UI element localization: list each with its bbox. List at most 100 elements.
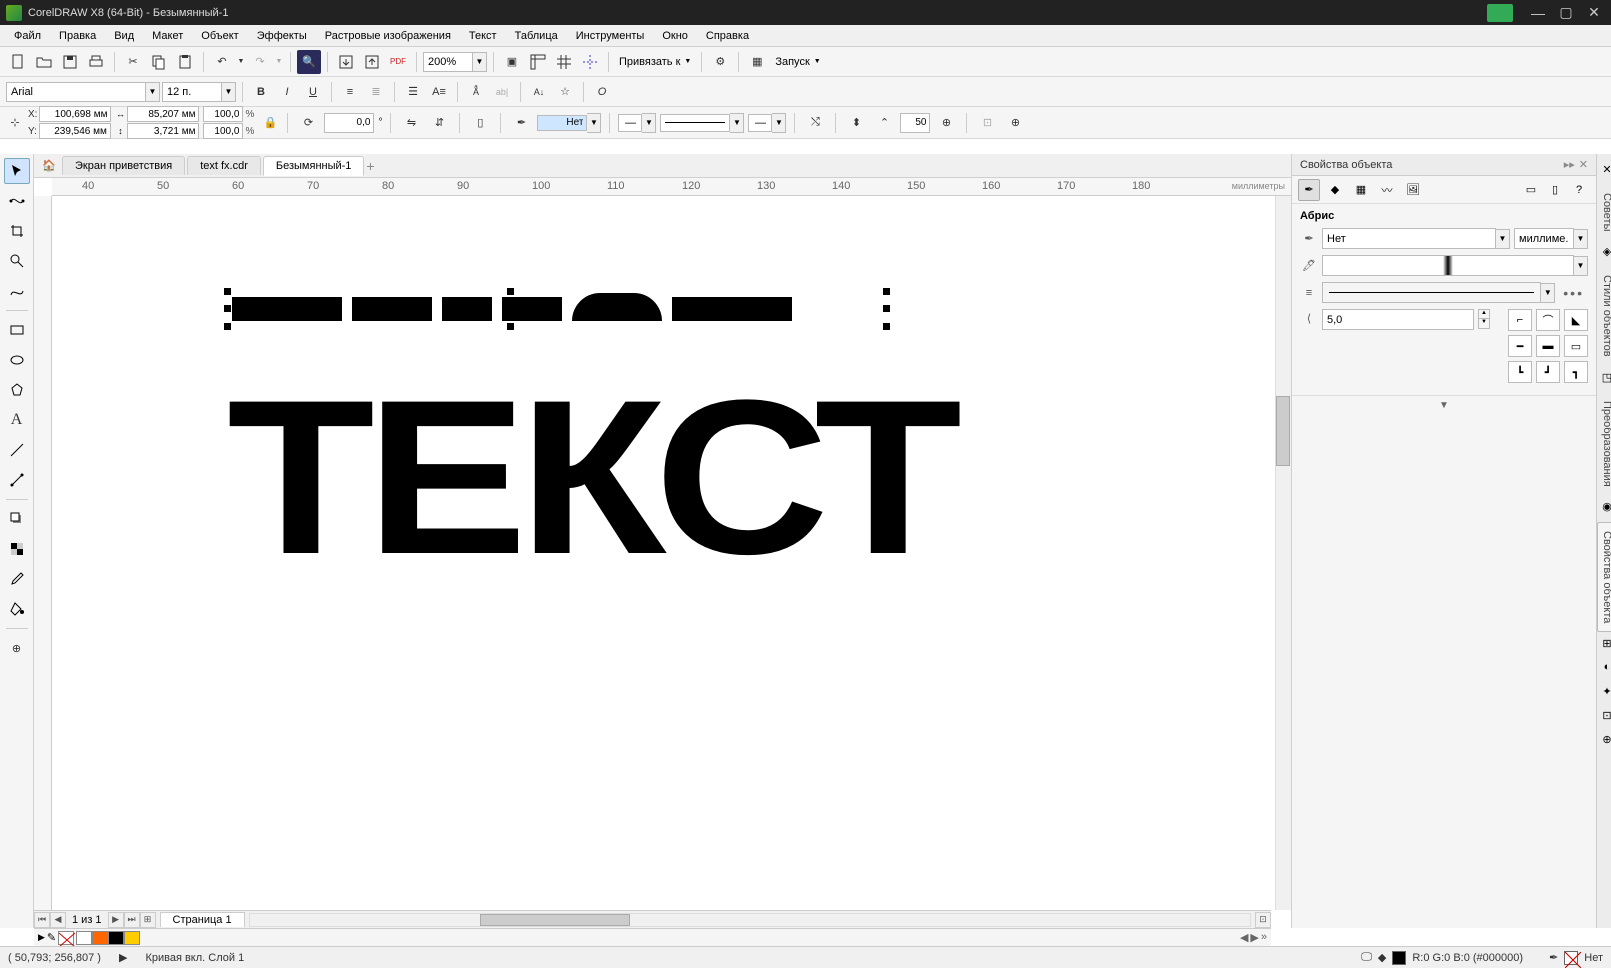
menu-view[interactable]: Вид	[106, 28, 142, 44]
minimize-button[interactable]: —	[1525, 4, 1551, 22]
tab-textfx[interactable]: text fx.cdr	[187, 156, 261, 175]
new-tab-button[interactable]: +	[366, 158, 384, 174]
cap-round-button[interactable]: ▬	[1536, 335, 1560, 357]
wrap-text-button[interactable]: ⤭	[803, 111, 827, 135]
mirror-v-button[interactable]: ⇵	[427, 111, 451, 135]
menu-object[interactable]: Объект	[193, 28, 246, 44]
ellipse-tool[interactable]	[4, 347, 30, 373]
outline-width-panel-combo[interactable]: ▼	[1322, 228, 1510, 249]
menu-bitmaps[interactable]: Растровые изображения	[317, 28, 459, 44]
import-button[interactable]	[334, 50, 358, 74]
panel-close-button[interactable]: ✕	[1579, 158, 1588, 171]
dock-tab-hints[interactable]: Советы	[1597, 184, 1611, 240]
scale-x-input[interactable]	[203, 106, 243, 122]
tab-welcome[interactable]: Экран приветствия	[62, 156, 185, 175]
maximize-button[interactable]: ▢	[1553, 4, 1579, 22]
line-style-combo[interactable]: ▼	[660, 113, 744, 133]
corner-bevel-button[interactable]: ◣	[1564, 309, 1588, 331]
page-first-button[interactable]: ⏮	[34, 912, 50, 928]
x-position-input[interactable]	[39, 106, 111, 122]
fullscreen-button[interactable]: ▣	[500, 50, 524, 74]
redo-dropdown[interactable]: ▼	[274, 50, 284, 74]
menu-layout[interactable]: Макет	[144, 28, 191, 44]
edit-text-button[interactable]: ab|	[490, 80, 514, 104]
canvas-text[interactable]: ТЕКСТ	[227, 351, 953, 604]
viewport[interactable]: миллиметры 40506070809010011012013014015…	[34, 178, 1291, 928]
outline-indicator-icon[interactable]: ✒	[1549, 951, 1558, 964]
bullets-button[interactable]: ☰	[401, 80, 425, 104]
home-icon[interactable]: 🏠	[38, 157, 60, 175]
corner-miter-button[interactable]: ⌐	[1508, 309, 1532, 331]
menu-table[interactable]: Таблица	[507, 28, 566, 44]
panel-collapse-button[interactable]: ▸▸	[1564, 158, 1575, 171]
outline-tab-icon[interactable]: ✒	[1298, 179, 1320, 201]
open-button[interactable]	[32, 50, 56, 74]
dock-icon-6[interactable]: ✦	[1598, 682, 1611, 700]
width-input[interactable]	[127, 106, 199, 122]
outline-settings-button[interactable]: •••	[1559, 285, 1588, 301]
dock-icon-2[interactable]: ◳	[1598, 368, 1611, 386]
launch-dropdown[interactable]: Запуск ▼	[771, 56, 824, 68]
expand-section-button[interactable]: ▼	[1292, 395, 1596, 415]
italic-button[interactable]: I	[275, 80, 299, 104]
connector-tool[interactable]	[4, 467, 30, 493]
zoom-tool[interactable]	[4, 248, 30, 274]
doc-palette-menu[interactable]: »	[1261, 931, 1267, 944]
pos-outside-button[interactable]: ┗	[1508, 361, 1532, 383]
nodes-input[interactable]	[900, 113, 930, 133]
page-last-button[interactable]: ⏭	[124, 912, 140, 928]
eyedropper-tool[interactable]	[4, 566, 30, 592]
align-button[interactable]: ≡	[338, 80, 362, 104]
crop-tool[interactable]	[4, 218, 30, 244]
publish-pdf-button[interactable]: PDF	[386, 50, 410, 74]
font-size-combo[interactable]: ▼	[162, 82, 236, 102]
freehand-tool[interactable]	[4, 278, 30, 304]
help-icon[interactable]: ?	[1568, 179, 1590, 201]
pos-center-button[interactable]: ┛	[1536, 361, 1560, 383]
scale-y-input[interactable]	[203, 123, 243, 139]
nodes-apply-button[interactable]: ⊕	[934, 111, 958, 135]
palette-eyedropper-icon[interactable]: ✎	[47, 931, 56, 944]
outline-units-combo[interactable]: ▼	[1514, 228, 1588, 249]
dock-tab-transform[interactable]: Преобразования	[1597, 392, 1611, 496]
dimension-tool[interactable]	[4, 437, 30, 463]
snap-to-dropdown[interactable]: Привязать к ▼	[615, 56, 695, 68]
page-prev-button[interactable]: ◀	[50, 912, 66, 928]
outline-color-combo[interactable]: ▼	[1322, 255, 1588, 276]
dock-close-icon[interactable]: ✕	[1598, 160, 1611, 178]
menu-text[interactable]: Текст	[461, 28, 505, 44]
palette-arrow-icon[interactable]: ▶	[38, 932, 45, 943]
reduce-nodes-button[interactable]: ⬍	[844, 111, 868, 135]
start-arrow-combo[interactable]: —▼	[618, 113, 656, 133]
rectangle-tool[interactable]	[4, 317, 30, 343]
char-formatting-button[interactable]: Aͣ	[464, 80, 488, 104]
curve-tab-icon[interactable]: 〰	[1376, 179, 1398, 201]
view-mode2-icon[interactable]: ▯	[1544, 179, 1566, 201]
polygon-tool[interactable]	[4, 377, 30, 403]
lock-ratio-button[interactable]: 🔒	[261, 109, 279, 137]
scrollbar-vertical[interactable]	[1275, 196, 1291, 910]
outline-none-swatch[interactable]	[1564, 951, 1578, 965]
menu-file[interactable]: Файл	[6, 28, 49, 44]
pick-tool[interactable]	[4, 158, 30, 184]
view-mode1-icon[interactable]: ▭	[1520, 179, 1542, 201]
dropcap-button[interactable]: A≡	[427, 80, 451, 104]
font-combo[interactable]: ▼	[6, 82, 160, 102]
fill-tab-icon[interactable]: ◆	[1324, 179, 1346, 201]
doc-color-swatch[interactable]	[76, 931, 92, 945]
undo-dropdown[interactable]: ▼	[236, 50, 246, 74]
color-proof-icon[interactable]: 🖵	[1361, 951, 1372, 964]
show-guides-button[interactable]	[578, 50, 602, 74]
page-next-button[interactable]: ▶	[108, 912, 124, 928]
dock-add-icon[interactable]: ⊕	[1598, 730, 1611, 748]
dock-icon-3[interactable]: ◉	[1598, 498, 1611, 516]
bold-button[interactable]: B	[249, 80, 273, 104]
cap-square-button[interactable]: ▭	[1564, 335, 1588, 357]
y-position-input[interactable]	[39, 123, 111, 139]
new-button[interactable]	[6, 50, 30, 74]
align2-button[interactable]: ≣	[364, 80, 388, 104]
underline-button[interactable]: U	[301, 80, 325, 104]
search-content-button[interactable]: 🔍	[297, 50, 321, 74]
text-tool[interactable]: A	[4, 407, 30, 433]
app-launcher-icon[interactable]: ▦	[745, 50, 769, 74]
